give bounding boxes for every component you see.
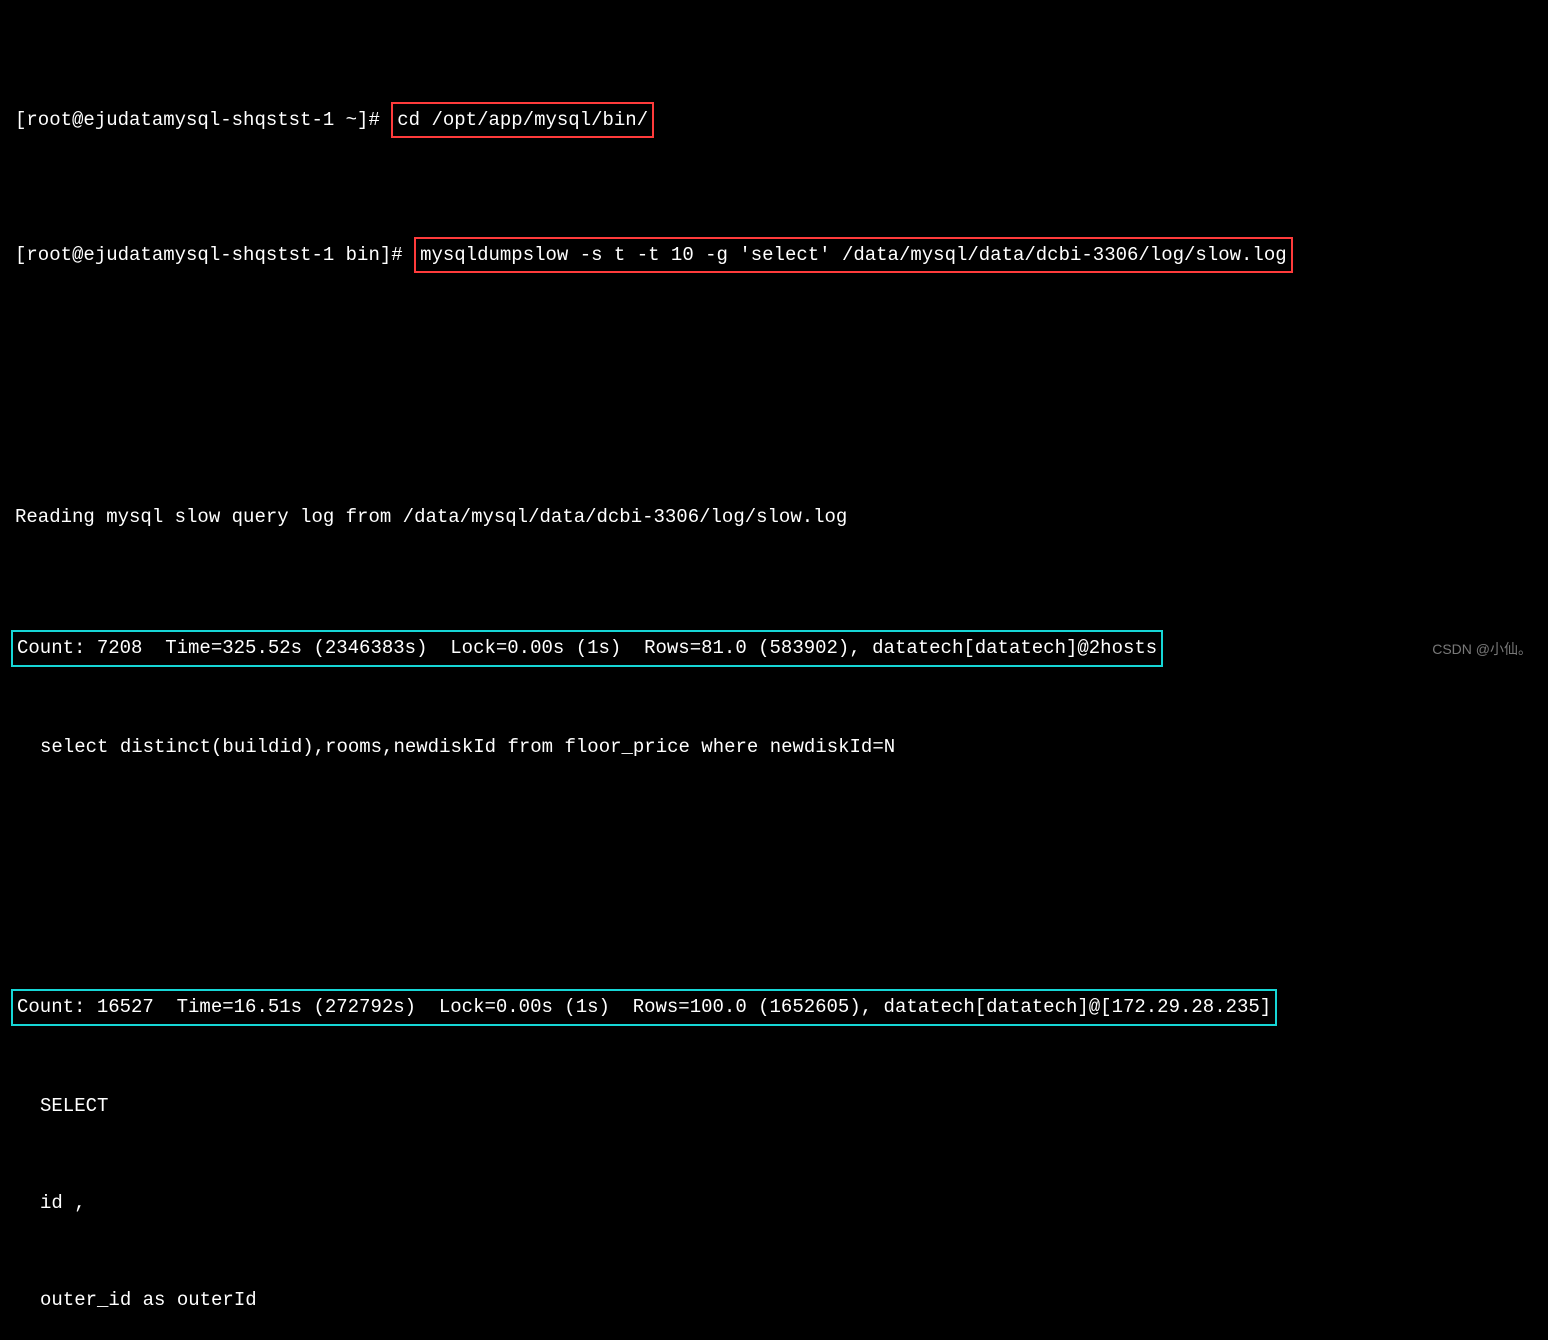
shell-prompt: [root@ejudatamysql-shqstst-1 ~]# (15, 109, 391, 131)
prompt-line-2: [root@ejudatamysql-shqstst-1 bin]# mysql… (15, 237, 1533, 273)
entry-2-sql-line: id , (15, 1187, 1533, 1219)
reading-line: Reading mysql slow query log from /data/… (15, 501, 1533, 533)
entry-2-sql-line: outer_id as outerId (15, 1284, 1533, 1316)
entry-1-header: Count: 7208 Time=325.52s (2346383s) Lock… (15, 630, 1533, 666)
count-header-1: Count: 7208 Time=325.52s (2346383s) Lock… (11, 630, 1163, 666)
shell-prompt: [root@ejudatamysql-shqstst-1 bin]# (15, 244, 414, 266)
prompt-line-1: [root@ejudatamysql-shqstst-1 ~]# cd /opt… (15, 102, 1533, 138)
command-highlight-1: cd /opt/app/mysql/bin/ (391, 102, 654, 138)
count-header-2: Count: 16527 Time=16.51s (272792s) Lock=… (11, 989, 1277, 1025)
entry-1-sql: select distinct(buildid),rooms,newdiskId… (15, 731, 1533, 763)
terminal-output: [root@ejudatamysql-shqstst-1 ~]# cd /opt… (0, 0, 1548, 1340)
entry-2-sql-line: SELECT (15, 1090, 1533, 1122)
command-highlight-2: mysqldumpslow -s t -t 10 -g 'select' /da… (414, 237, 1293, 273)
watermark: CSDN @小仙。 (1432, 638, 1532, 662)
entry-2-header: Count: 16527 Time=16.51s (272792s) Lock=… (15, 989, 1533, 1025)
